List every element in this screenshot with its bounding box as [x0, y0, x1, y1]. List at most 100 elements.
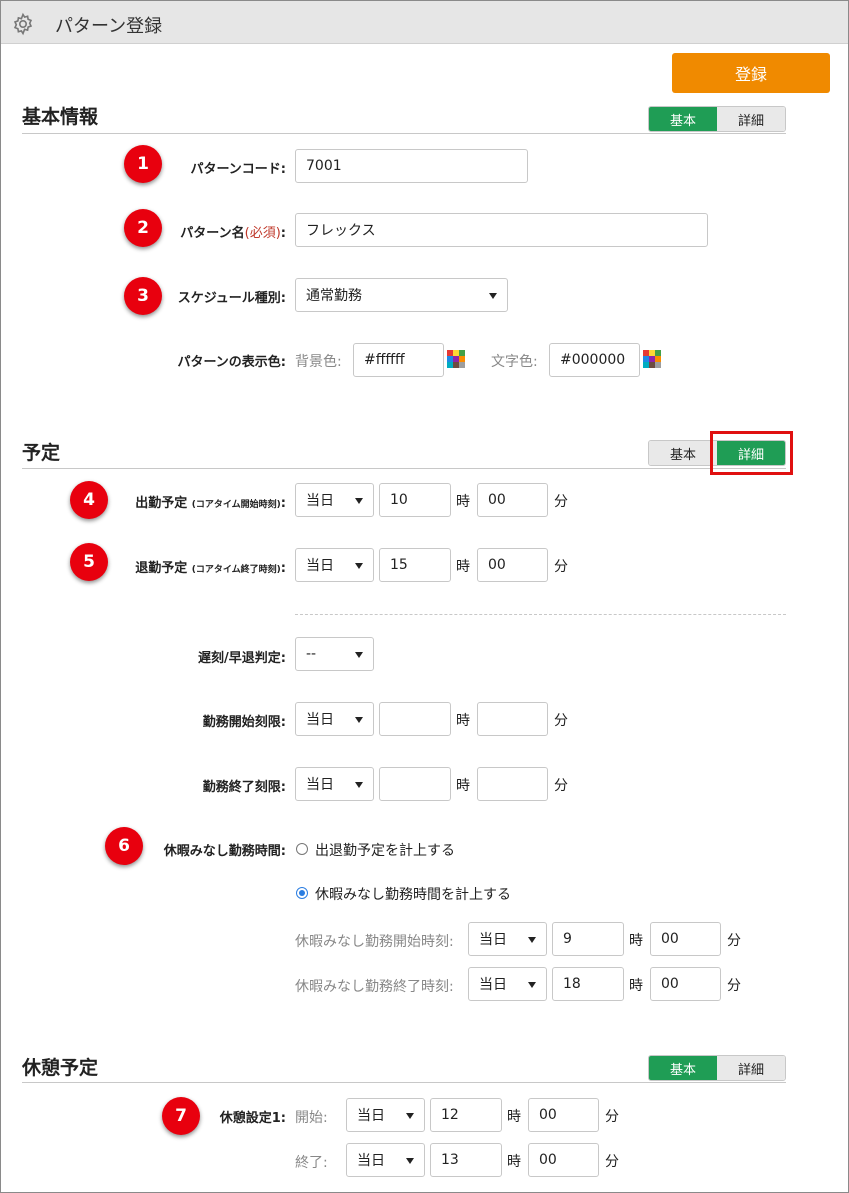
deemed-start-label: 休暇みなし勤務開始時刻:: [295, 934, 454, 950]
radio-count-deemed-label: 休暇みなし勤務時間を計上する: [315, 887, 511, 903]
chevron-down-icon: [528, 982, 536, 988]
step-badge-1: 1: [124, 145, 162, 183]
section-divider: [22, 468, 786, 469]
step-badge-2: 2: [124, 209, 162, 247]
clock-in-hour-input[interactable]: 10: [379, 483, 451, 517]
hour-unit: 時: [629, 978, 643, 994]
minute-unit: 分: [554, 713, 568, 729]
clock-out-hour-input[interactable]: 15: [379, 548, 451, 582]
deemed-end-day-select[interactable]: 当日: [468, 967, 547, 1001]
minute-unit: 分: [727, 933, 741, 949]
section-title-basic-info: 基本情報: [22, 106, 99, 128]
step-badge-3: 3: [124, 277, 162, 315]
break-start-day-select[interactable]: 当日: [346, 1098, 425, 1132]
highlight-annotation: [710, 431, 793, 475]
color-palette-icon[interactable]: [447, 350, 465, 368]
chevron-down-icon: [355, 563, 363, 569]
clock-in-label: 出勤予定 (コアタイム開始時刻):: [135, 496, 286, 511]
toggle-detail[interactable]: 詳細: [717, 1056, 785, 1080]
minute-unit: 分: [554, 559, 568, 575]
break-start-minute-input[interactable]: 00: [528, 1098, 599, 1132]
hour-unit: 時: [456, 713, 470, 729]
toggle-basic[interactable]: 基本: [649, 1056, 717, 1080]
break-start-label: 開始:: [295, 1110, 328, 1126]
deemed-start-hour-input[interactable]: 9: [552, 922, 624, 956]
chevron-down-icon: [489, 293, 497, 299]
break-setting-label: 休憩設定1:: [219, 1111, 286, 1126]
work-end-limit-hour-input[interactable]: [379, 767, 451, 801]
radio-count-schedule-label: 出退勤予定を計上する: [315, 843, 455, 859]
work-start-limit-minute-input[interactable]: [477, 702, 548, 736]
deemed-end-label: 休暇みなし勤務終了時刻:: [295, 979, 454, 995]
clock-in-day-select[interactable]: 当日: [295, 483, 374, 517]
chevron-down-icon: [406, 1113, 414, 1119]
clock-out-minute-input[interactable]: 00: [477, 548, 548, 582]
radio-count-schedule[interactable]: [296, 843, 308, 855]
pattern-name-input[interactable]: フレックス: [295, 213, 708, 247]
bg-color-input[interactable]: #ffffff: [353, 343, 444, 377]
step-badge-6: 6: [105, 827, 143, 865]
section-divider: [22, 1082, 786, 1083]
hour-unit: 時: [507, 1109, 521, 1125]
break-end-label: 終了:: [295, 1155, 328, 1171]
deemed-end-hour-input[interactable]: 18: [552, 967, 624, 1001]
hour-unit: 時: [507, 1154, 521, 1170]
chevron-down-icon: [355, 498, 363, 504]
pattern-code-input[interactable]: 7001: [295, 149, 528, 183]
minute-unit: 分: [605, 1154, 619, 1170]
toggle-detail[interactable]: 詳細: [717, 107, 785, 131]
late-judgment-select[interactable]: --: [295, 637, 374, 671]
clock-out-label: 退勤予定 (コアタイム終了時刻):: [135, 561, 286, 576]
toggle-basic[interactable]: 基本: [649, 107, 717, 131]
work-end-limit-minute-input[interactable]: [477, 767, 548, 801]
work-start-limit-day-select[interactable]: 当日: [295, 702, 374, 736]
break-start-hour-input[interactable]: 12: [430, 1098, 502, 1132]
schedule-type-select[interactable]: 通常勤務: [295, 278, 508, 312]
break-end-minute-input[interactable]: 00: [528, 1143, 599, 1177]
leave-deemed-label: 休暇みなし勤務時間:: [163, 844, 286, 859]
required-mark: (必須): [244, 226, 281, 241]
break-end-day-select[interactable]: 当日: [346, 1143, 425, 1177]
display-color-label: パターンの表示色:: [177, 355, 286, 370]
pattern-code-label: パターンコード:: [190, 162, 286, 177]
deemed-end-minute-input[interactable]: 00: [650, 967, 721, 1001]
radio-count-deemed[interactable]: [296, 887, 308, 899]
work-end-limit-day-select[interactable]: 当日: [295, 767, 374, 801]
chevron-down-icon: [355, 652, 363, 658]
color-palette-icon[interactable]: [643, 350, 661, 368]
pattern-name-label: パターン名(必須):: [180, 226, 286, 241]
register-button[interactable]: 登録: [672, 53, 830, 93]
work-start-limit-hour-input[interactable]: [379, 702, 451, 736]
schedule-type-label: スケジュール種別:: [177, 291, 286, 306]
minute-unit: 分: [605, 1109, 619, 1125]
work-end-limit-label: 勤務終了刻限:: [202, 780, 286, 795]
text-color-input[interactable]: #000000: [549, 343, 640, 377]
late-judgment-label: 遅刻/早退判定:: [198, 651, 286, 666]
clock-in-minute-input[interactable]: 00: [477, 483, 548, 517]
step-badge-7: 7: [162, 1097, 200, 1135]
minute-unit: 分: [554, 778, 568, 794]
deemed-start-day-select[interactable]: 当日: [468, 922, 547, 956]
section-title-break: 休憩予定: [22, 1057, 99, 1079]
bg-color-label: 背景色:: [295, 354, 342, 370]
hour-unit: 時: [456, 778, 470, 794]
toggle-basic[interactable]: 基本: [649, 441, 717, 465]
minute-unit: 分: [554, 494, 568, 510]
view-toggle-basic-info: 基本 詳細: [648, 106, 786, 132]
hour-unit: 時: [456, 494, 470, 510]
hour-unit: 時: [629, 933, 643, 949]
deemed-start-minute-input[interactable]: 00: [650, 922, 721, 956]
gear-icon: [13, 12, 33, 36]
view-toggle-break: 基本 詳細: [648, 1055, 786, 1081]
step-badge-4: 4: [70, 481, 108, 519]
chevron-down-icon: [406, 1158, 414, 1164]
title-bar: パターン登録: [1, 1, 848, 44]
chevron-down-icon: [528, 937, 536, 943]
minute-unit: 分: [727, 978, 741, 994]
section-title-schedule: 予定: [22, 442, 61, 464]
break-end-hour-input[interactable]: 13: [430, 1143, 502, 1177]
work-start-limit-label: 勤務開始刻限:: [202, 715, 286, 730]
dashed-divider: [295, 614, 786, 615]
step-badge-5: 5: [70, 543, 108, 581]
clock-out-day-select[interactable]: 当日: [295, 548, 374, 582]
